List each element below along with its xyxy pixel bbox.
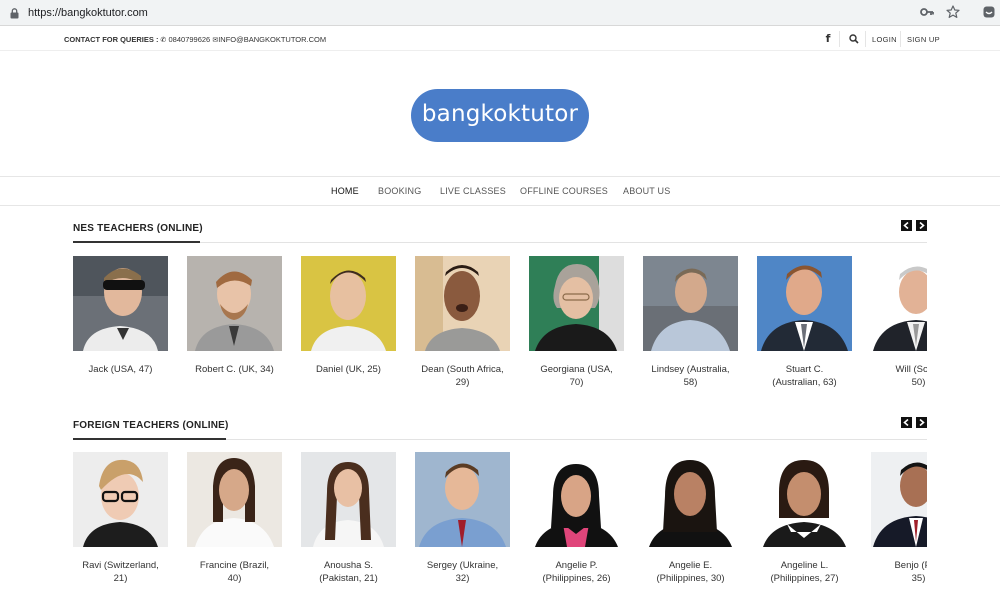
divider: [839, 31, 840, 47]
teacher-photo[interactable]: [415, 452, 510, 547]
chevron-right-icon: [919, 419, 925, 426]
logo-text: bangkoktutor: [421, 101, 579, 127]
next-arrow-button[interactable]: [916, 220, 927, 231]
signup-link[interactable]: SIGN UP: [907, 35, 940, 44]
nav-about-us[interactable]: ABOUT US: [623, 186, 670, 196]
teacher-photo[interactable]: [871, 452, 927, 547]
chevron-right-icon: [919, 222, 925, 229]
extension-icon[interactable]: [983, 6, 995, 18]
teacher-caption: Angelie E. (Philippines, 30): [656, 560, 725, 584]
section-underline: [73, 438, 226, 440]
teacher-caption: Angelie P. (Philippines, 26): [542, 560, 611, 584]
teacher-photo[interactable]: [643, 256, 738, 351]
teacher-caption: Ravi (Switzerland, 21): [82, 560, 159, 584]
teacher-caption: Sergey (Ukraine, 32): [426, 560, 499, 584]
nav-home[interactable]: HOME: [331, 186, 359, 196]
chevron-left-icon: [903, 222, 909, 229]
teacher-photo[interactable]: [301, 452, 396, 547]
section-title-foreign: FOREIGN TEACHERS (ONLINE): [73, 420, 229, 431]
prev-arrow-button[interactable]: [901, 220, 912, 231]
login-link[interactable]: LOGIN: [872, 35, 897, 44]
teacher-caption: Will (South 50): [895, 364, 927, 388]
teacher-caption: Lindsey (Australia, 58): [651, 364, 730, 388]
teacher-photo[interactable]: [757, 256, 852, 351]
site-logo[interactable]: bangkoktutor: [411, 89, 589, 142]
section-divider: [73, 242, 927, 243]
teacher-photo[interactable]: [301, 256, 396, 351]
teacher-caption: Anousha S. (Pakistan, 21): [319, 560, 378, 584]
teacher-caption: Francine (Brazil, 40): [199, 560, 270, 584]
nav-live-classes[interactable]: LIVE CLASSES: [440, 186, 506, 196]
contact-phone[interactable]: 0840799626: [169, 35, 211, 44]
teacher-caption: Daniel (UK, 25): [316, 364, 381, 375]
nav-booking[interactable]: BOOKING: [378, 186, 421, 196]
teacher-photo[interactable]: [73, 452, 168, 547]
lock-icon: [10, 8, 19, 19]
phone-icon: ✆: [160, 37, 167, 44]
foreign-teacher-carousel: Ravi (Switzerland, 21) Francine (Brazil,…: [73, 452, 927, 592]
chevron-left-icon: [903, 419, 909, 426]
teacher-photo[interactable]: [529, 256, 624, 351]
url-text: https://bangkoktutor.com: [28, 7, 148, 19]
teacher-photo[interactable]: [643, 452, 738, 547]
teacher-photo[interactable]: [73, 256, 168, 351]
facebook-icon[interactable]: f: [818, 30, 838, 48]
teacher-caption: Georgiana (USA, 70): [540, 364, 613, 388]
teacher-photo[interactable]: [187, 256, 282, 351]
section-underline: [73, 241, 200, 243]
nav-offline-courses[interactable]: OFFLINE COURSES: [520, 186, 608, 196]
contact-label: CONTACT FOR QUERIES :: [64, 35, 159, 44]
teacher-caption: Jack (USA, 47): [88, 364, 153, 375]
teacher-caption: Robert C. (UK, 34): [195, 364, 274, 375]
next-arrow-button[interactable]: [916, 417, 927, 428]
contact-email[interactable]: INFO@BANGKOKTUTOR.COM: [218, 35, 326, 44]
browser-toolbar: https://bangkoktutor.com: [0, 0, 1000, 26]
search-icon[interactable]: [848, 33, 860, 45]
teacher-caption: Benjo (Phili 35): [894, 560, 927, 584]
key-icon[interactable]: [920, 6, 934, 18]
main-nav: HOME BOOKING LIVE CLASSES OFFLINE COURSE…: [0, 176, 1000, 206]
teacher-photo[interactable]: [871, 256, 927, 351]
teacher-photo[interactable]: [415, 256, 510, 351]
teacher-photo[interactable]: [757, 452, 852, 547]
address-bar[interactable]: https://bangkoktutor.com: [4, 2, 964, 24]
divider: [900, 31, 901, 47]
contact-info: CONTACT FOR QUERIES : ✆ 0840799626 ✉INFO…: [64, 35, 326, 44]
bookmark-star-icon[interactable]: [946, 5, 960, 19]
teacher-caption: Angeline L. (Philippines, 27): [770, 560, 839, 584]
teacher-photo[interactable]: [529, 452, 624, 547]
teacher-photo[interactable]: [187, 452, 282, 547]
section-title-nes: NES TEACHERS (ONLINE): [73, 223, 203, 234]
prev-arrow-button[interactable]: [901, 417, 912, 428]
teacher-caption: Stuart C. (Australian, 63): [772, 364, 837, 388]
teacher-caption: Dean (South Africa, 29): [421, 364, 504, 388]
divider: [865, 31, 866, 47]
contact-bar: CONTACT FOR QUERIES : ✆ 0840799626 ✉INFO…: [0, 27, 1000, 51]
nes-teacher-carousel: Jack (USA, 47) Robert C. (UK, 34) Daniel…: [73, 256, 927, 396]
